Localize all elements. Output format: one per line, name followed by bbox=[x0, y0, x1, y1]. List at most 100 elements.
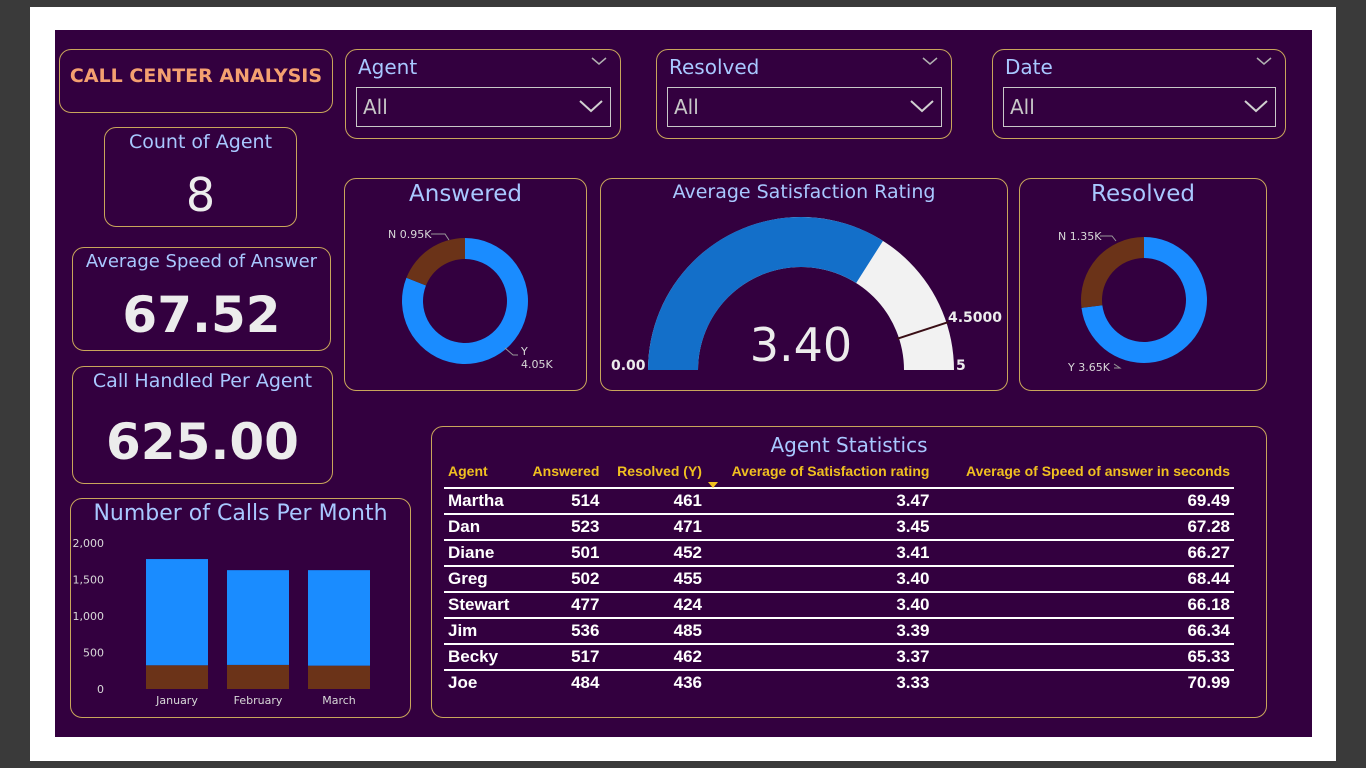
kpi-average-speed: Average Speed of Answer 67.52 bbox=[72, 247, 331, 351]
column-header-satisfaction[interactable]: Average of Satisfaction rating bbox=[706, 461, 933, 488]
table-row[interactable]: Becky 517 462 3.37 65.33 bbox=[444, 643, 1234, 670]
slicer-date-dropdown[interactable]: All bbox=[1003, 87, 1276, 127]
resolved-cell: 461 bbox=[603, 487, 706, 514]
bar-february-top[interactable] bbox=[227, 570, 289, 665]
chevron-down-icon[interactable] bbox=[578, 96, 604, 116]
column-header-satisfaction-label: Average of Satisfaction rating bbox=[731, 463, 930, 479]
column-header-speed[interactable]: Average of Speed of answer in seconds bbox=[933, 461, 1234, 488]
chevron-down-icon[interactable] bbox=[1255, 55, 1273, 67]
resolved-donut-card: Resolved N 1.35K Y 3.65K bbox=[1019, 178, 1267, 391]
column-header-answered[interactable]: Answered bbox=[521, 461, 604, 488]
agent-cell: Jim bbox=[444, 617, 521, 644]
chevron-down-icon[interactable] bbox=[909, 96, 935, 116]
resolved-leader-line bbox=[1113, 363, 1122, 369]
kpi-count-of-agent-label: Count of Agent bbox=[128, 131, 273, 153]
slicer-resolved[interactable]: Resolved All bbox=[656, 49, 952, 139]
sort-descending-icon bbox=[707, 482, 718, 488]
answered-data-label: Y bbox=[520, 345, 528, 358]
x-tick-label: January bbox=[155, 694, 198, 707]
y-tick-label: 1,500 bbox=[73, 574, 105, 587]
answered-slice-n[interactable] bbox=[406, 238, 465, 286]
table-row[interactable]: Martha 514 461 3.47 69.49 bbox=[444, 487, 1234, 514]
answered-donut-card: Answered N 0.95K Y 4.05K bbox=[344, 178, 587, 391]
satisfaction-cell: 3.47 bbox=[705, 487, 934, 514]
column-header-resolved[interactable]: Resolved (Y) bbox=[603, 461, 706, 488]
answered-cell: 502 bbox=[520, 565, 604, 592]
dashboard-title: CALL CENTER ANALYSIS bbox=[69, 65, 323, 87]
table-row[interactable]: Greg 502 455 3.40 68.44 bbox=[444, 565, 1234, 592]
kpi-count-of-agent-value: 8 bbox=[185, 168, 216, 222]
answered-leader-line bbox=[504, 347, 518, 356]
speed-cell: 69.49 bbox=[933, 487, 1234, 514]
answered-cell: 523 bbox=[520, 513, 604, 540]
chevron-down-icon[interactable] bbox=[921, 55, 939, 67]
resolved-donut-chart: N 1.35K Y 3.65K bbox=[1058, 230, 1207, 374]
speed-cell: 68.44 bbox=[933, 565, 1234, 592]
speed-cell: 67.28 bbox=[933, 513, 1234, 540]
bar-january-bottom[interactable] bbox=[146, 665, 208, 689]
chevron-down-icon[interactable] bbox=[590, 55, 608, 67]
column-header-agent[interactable]: Agent bbox=[444, 461, 521, 488]
resolved-slice-n[interactable] bbox=[1081, 237, 1144, 308]
answered-donut-title: Answered bbox=[409, 181, 522, 207]
satisfaction-cell: 3.37 bbox=[705, 643, 934, 670]
gauge-max-label: 5 bbox=[956, 358, 966, 374]
satisfaction-cell: 3.39 bbox=[705, 617, 934, 644]
satisfaction-cell: 3.45 bbox=[705, 513, 934, 540]
answered-donut-chart: N 0.95K Y4.05K bbox=[388, 228, 553, 371]
table-row[interactable]: Dan 523 471 3.45 67.28 bbox=[444, 513, 1234, 540]
speed-cell: 66.27 bbox=[933, 539, 1234, 566]
y-tick-label: 500 bbox=[83, 647, 104, 660]
gauge-min-label: 0.00 bbox=[611, 358, 646, 374]
agent-cell: Dan bbox=[444, 513, 521, 540]
answered-cell: 501 bbox=[520, 539, 604, 566]
bar-february-bottom[interactable] bbox=[227, 664, 289, 689]
y-tick-label: 0 bbox=[97, 683, 104, 696]
resolved-cell: 452 bbox=[603, 539, 706, 566]
resolved-cell: 471 bbox=[603, 513, 706, 540]
x-tick-label: March bbox=[322, 694, 356, 707]
bar-march-bottom[interactable] bbox=[308, 665, 370, 689]
bar-march-top[interactable] bbox=[308, 570, 370, 666]
satisfaction-cell: 3.41 bbox=[705, 539, 934, 566]
satisfaction-cell: 3.40 bbox=[705, 565, 934, 592]
satisfaction-gauge-card: Average Satisfaction Rating 3.40 0.00 5 4.5… bbox=[600, 178, 1008, 391]
resolved-cell: 436 bbox=[603, 669, 706, 695]
kpi-call-handled-label: Call Handled Per Agent bbox=[92, 370, 313, 392]
table-row[interactable]: Joe 484 436 3.33 70.99 bbox=[444, 669, 1234, 695]
answered-cell: 536 bbox=[520, 617, 604, 644]
report-canvas: CALL CENTER ANALYSIS Agent All Resolved … bbox=[55, 30, 1312, 737]
table-row[interactable]: Stewart 477 424 3.40 66.18 bbox=[444, 591, 1234, 618]
speed-cell: 66.34 bbox=[933, 617, 1234, 644]
table-row[interactable]: Jim 536 485 3.39 66.34 bbox=[444, 617, 1234, 644]
dashboard-title-card: CALL CENTER ANALYSIS bbox=[59, 49, 333, 113]
slicer-resolved-label: Resolved bbox=[669, 55, 760, 79]
slicer-agent[interactable]: Agent All bbox=[345, 49, 621, 139]
table-row[interactable]: Diane 501 452 3.41 66.27 bbox=[444, 539, 1234, 566]
answered-cell: 477 bbox=[520, 591, 604, 618]
slicer-date-value: All bbox=[1010, 95, 1035, 119]
answered-cell: 514 bbox=[520, 487, 604, 514]
kpi-count-of-agent: Count of Agent 8 bbox=[104, 127, 297, 227]
slicer-agent-label: Agent bbox=[358, 55, 418, 79]
satisfaction-cell: 3.33 bbox=[705, 669, 934, 695]
bar-january-top[interactable] bbox=[146, 559, 208, 666]
chevron-down-icon[interactable] bbox=[1243, 96, 1269, 116]
kpi-average-speed-value: 67.52 bbox=[122, 286, 281, 344]
slicer-resolved-dropdown[interactable]: All bbox=[667, 87, 942, 127]
kpi-call-handled-value: 625.00 bbox=[106, 413, 299, 471]
slicer-agent-dropdown[interactable]: All bbox=[356, 87, 611, 127]
slicer-agent-value: All bbox=[363, 95, 388, 119]
kpi-average-speed-label: Average Speed of Answer bbox=[85, 251, 318, 272]
x-tick-label: February bbox=[234, 694, 283, 707]
agent-statistics-title: Agent Statistics bbox=[770, 433, 928, 457]
slicer-date[interactable]: Date All bbox=[992, 49, 1286, 139]
y-tick-label: 1,000 bbox=[73, 610, 105, 623]
answered-cell: 484 bbox=[520, 669, 604, 695]
slicer-date-label: Date bbox=[1005, 55, 1053, 79]
gauge-value-label: 3.40 bbox=[750, 318, 852, 372]
resolved-data-label: Y 3.65K bbox=[1067, 361, 1111, 374]
speed-cell: 65.33 bbox=[933, 643, 1234, 670]
agent-statistics-table: Agent Answered Resolved (Y) Average of S… bbox=[444, 461, 1234, 695]
answered-leader-line bbox=[431, 233, 450, 241]
